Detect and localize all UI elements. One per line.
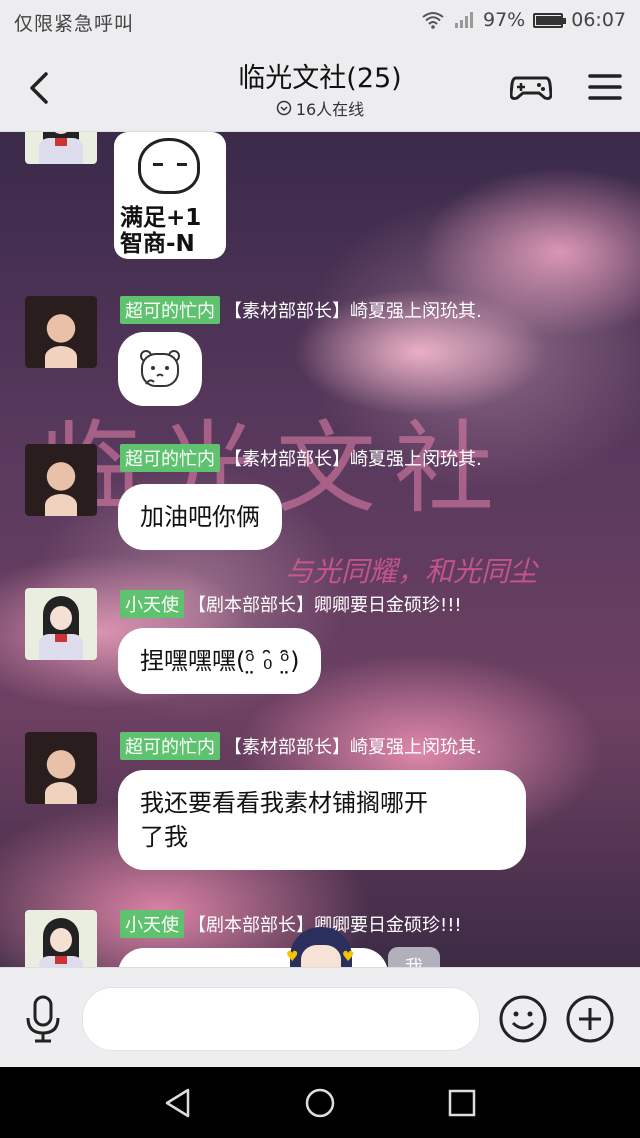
check-circle-icon (276, 100, 292, 116)
bear-emoji-icon (140, 350, 180, 387)
chat-message-list[interactable]: 临光文社 与光同耀，和光同尘 满足+1 智商-N 超可的忙内 【素材部部长】崎夏… (0, 132, 640, 967)
sender-name: 【素材部部长】崎夏强上闵玧其. (224, 449, 482, 470)
smiley-icon[interactable] (498, 994, 548, 1044)
sender-name: 【素材部部长】崎夏强上闵玧其. (224, 301, 482, 322)
avatar[interactable] (25, 732, 97, 804)
avatar[interactable] (25, 910, 97, 967)
avatar[interactable] (25, 444, 97, 516)
sender-line: 小天使 【剧本部部长】卿卿要日金硕珍!!! (120, 590, 462, 618)
microphone-icon[interactable] (22, 994, 64, 1044)
hamburger-menu-icon[interactable] (588, 70, 622, 104)
wifi-icon (422, 12, 444, 29)
message-text-line: 了我 (140, 823, 188, 851)
message-text: 捏嘿嘿嘿(ᵒ̤̑ ₀̑ ᵒ̤̑) (140, 647, 300, 675)
input-bar (0, 967, 640, 1067)
mascot-avatar[interactable]: ♥ ♥ (284, 927, 356, 967)
message-bubble[interactable]: 加油吧你俩 (118, 484, 282, 550)
status-icons: 97% 06:07 (421, 9, 626, 31)
sender-line: 超可的忙内 【素材部部长】崎夏强上闵玧其. (120, 444, 482, 472)
avatar[interactable] (25, 588, 97, 660)
sender-tag: 超可的忙内 (120, 296, 220, 324)
plus-circle-icon[interactable] (565, 994, 615, 1044)
clock: 06:07 (571, 9, 626, 31)
sender-line: 超可的忙内 【素材部部长】崎夏强上闵玧其. (120, 296, 482, 324)
battery-icon (533, 12, 567, 28)
heart-icon: ♥ (342, 949, 355, 965)
sender-tag: 超可的忙内 (120, 732, 220, 760)
meme-face (138, 138, 200, 194)
sticker-message[interactable]: 满足+1 智商-N (114, 132, 226, 259)
background-slogan: 与光同耀，和光同尘 (285, 555, 538, 588)
avatar[interactable] (25, 296, 97, 368)
avatar[interactable] (25, 132, 97, 164)
sender-name: 【素材部部长】崎夏强上闵玧其. (224, 737, 482, 758)
message-bubble[interactable]: 捏嘿嘿嘿(ᵒ̤̑ ₀̑ ᵒ̤̑) (118, 628, 322, 694)
me-chip[interactable]: 我 (388, 947, 440, 967)
chat-header: 临光文社(25) 16人在线 (0, 44, 640, 132)
sender-tag: 超可的忙内 (120, 444, 220, 472)
message-bubble[interactable] (118, 332, 202, 406)
message-input[interactable] (82, 987, 480, 1051)
status-bar: 仅限紧急呼叫 97% 06:07 (0, 0, 640, 44)
message-text-line: 我还要看看我素材铺搁哪开 (140, 789, 428, 817)
sticker-text-line2: 智商-N (120, 231, 195, 257)
sender-line: 超可的忙内 【素材部部长】崎夏强上闵玧其. (120, 732, 482, 760)
system-navigation-bar (0, 1067, 640, 1138)
sender-tag: 小天使 (120, 910, 184, 938)
heart-icon: ♥ (286, 949, 299, 965)
battery-percent: 97% (483, 9, 526, 31)
gamepad-icon[interactable] (510, 70, 552, 104)
carrier-text: 仅限紧急呼叫 (14, 13, 135, 35)
message-text: 加油吧你俩 (140, 503, 260, 531)
online-count: 16人在线 (295, 100, 365, 119)
home-circle-icon[interactable] (304, 1087, 336, 1119)
message-bubble[interactable]: 我还要看看我素材铺搁哪开 了我 (118, 770, 526, 870)
signal-icon (455, 12, 473, 28)
sender-name: 【剧本部部长】卿卿要日金硕珍!!! (188, 595, 462, 616)
sender-tag: 小天使 (120, 590, 184, 618)
back-triangle-icon[interactable] (162, 1087, 194, 1119)
recents-square-icon[interactable] (446, 1087, 478, 1119)
